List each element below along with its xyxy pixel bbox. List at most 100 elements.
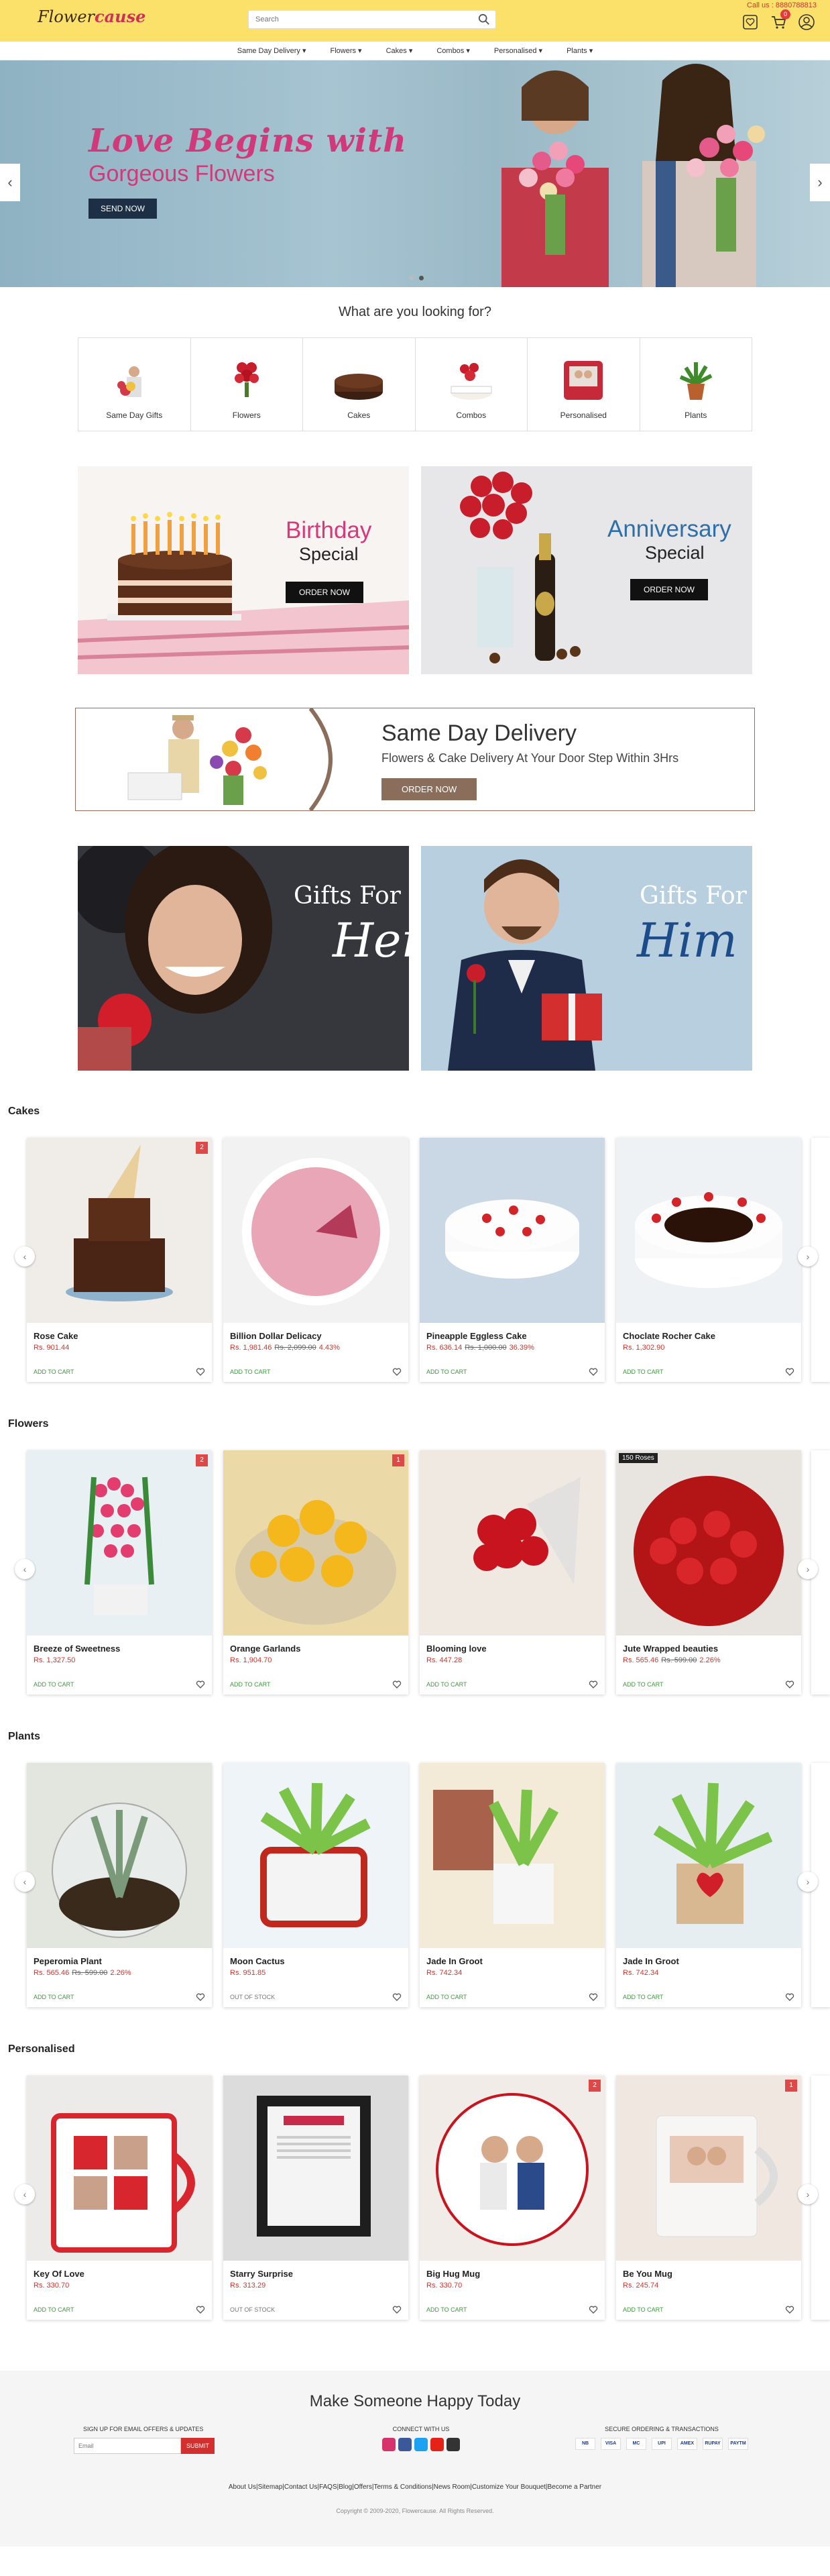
product-name[interactable]: Blooming love (426, 1644, 605, 1654)
product-image[interactable]: 2 (420, 2076, 605, 2261)
site-logo[interactable]: Flowercause (38, 7, 145, 26)
wishlist-heart-icon[interactable] (392, 1680, 402, 1689)
twitter-icon[interactable] (414, 2438, 428, 2451)
add-to-cart-button[interactable]: ADD TO CART (34, 2306, 74, 2313)
product-image[interactable] (223, 2076, 408, 2261)
product-card[interactable]: 1 Be You Mug Rs. 245.74 ADD TO CART (616, 2076, 801, 2320)
product-name[interactable]: Peperomia Plant (34, 1956, 212, 1966)
product-image[interactable] (223, 1138, 408, 1323)
add-to-cart-button[interactable]: ADD TO CART (426, 2306, 467, 2313)
pinterest-icon[interactable] (447, 2438, 460, 2451)
nav-same-day-delivery[interactable]: Same Day Delivery ▾ (237, 46, 306, 55)
nav-plants[interactable]: Plants ▾ (567, 46, 593, 55)
wishlist-icon[interactable] (742, 13, 759, 31)
carousel-next-icon[interactable]: › (798, 1872, 818, 1892)
wishlist-heart-icon[interactable] (196, 1992, 205, 2002)
product-card[interactable]: Jade In Groot Rs. 742.34 ADD TO CART (616, 1763, 801, 2007)
wishlist-heart-icon[interactable] (589, 2305, 598, 2314)
carousel-dot[interactable] (409, 276, 414, 280)
product-card[interactable]: Billion Dollar Delicacy Rs. 1,981.46 Rs. … (223, 1138, 408, 1382)
carousel-next-icon[interactable]: › (798, 1559, 818, 1579)
wishlist-heart-icon[interactable] (196, 1367, 205, 1377)
gifts-for-her-banner[interactable]: Gifts For Her (78, 846, 409, 1071)
product-card[interactable]: Choclate Rocher Cake Rs. 1,302.90 ADD TO… (616, 1138, 801, 1382)
hero-banner[interactable]: Love Begins with Gorgeous Flowers SEND N… (0, 60, 830, 287)
product-image[interactable] (27, 1763, 212, 1948)
call-us-text[interactable]: Call us : 8880788813 (747, 1, 817, 9)
wishlist-heart-icon[interactable] (589, 1367, 598, 1377)
hero-next-arrow-icon[interactable]: › (810, 164, 830, 201)
product-image[interactable]: 2 (27, 1450, 212, 1635)
wishlist-heart-icon[interactable] (785, 2305, 794, 2314)
product-name[interactable]: Choclate Rocher Cake (623, 1331, 801, 1341)
product-name[interactable]: Key Of Love (34, 2269, 212, 2279)
product-card[interactable]: 2 Big Hug Mug Rs. 330.70 ADD TO CART (420, 2076, 605, 2320)
carousel-next-icon[interactable]: › (798, 2184, 818, 2204)
product-image[interactable]: 2 (27, 1138, 212, 1323)
product-name[interactable]: Starry Surprise (230, 2269, 408, 2279)
category-plants[interactable]: Plants (640, 338, 752, 431)
anniversary-special-banner[interactable]: Anniversary Special ORDER NOW (421, 466, 752, 674)
gifts-for-him-banner[interactable]: Gifts For Him (421, 846, 752, 1071)
add-to-cart-button[interactable]: ADD TO CART (230, 1368, 271, 1375)
product-name[interactable]: Moon Cactus (230, 1956, 408, 1966)
product-card[interactable]: Pineapple Eggless Cake Rs. 636.14 Rs. 1,0… (420, 1138, 605, 1382)
email-input[interactable] (74, 2438, 181, 2454)
product-name[interactable]: Big Hug Mug (426, 2269, 605, 2279)
product-image[interactable] (420, 1763, 605, 1948)
add-to-cart-button[interactable]: ADD TO CART (426, 1368, 467, 1375)
user-icon[interactable] (798, 13, 815, 31)
hero-prev-arrow-icon[interactable]: ‹ (0, 164, 20, 201)
category-same-day-gifts[interactable]: Same Day Gifts (78, 338, 191, 431)
add-to-cart-button[interactable]: ADD TO CART (34, 1994, 74, 2000)
product-card[interactable]: Starry Surprise Rs. 313.29 OUT OF STOCK (223, 2076, 408, 2320)
wishlist-heart-icon[interactable] (196, 1680, 205, 1689)
search-input[interactable] (249, 11, 463, 28)
carousel-prev-icon[interactable]: ‹ (15, 2184, 35, 2204)
add-to-cart-button[interactable]: ADD TO CART (623, 2306, 664, 2313)
nav-personalised[interactable]: Personalised ▾ (494, 46, 542, 55)
product-name[interactable]: Jade In Groot (426, 1956, 605, 1966)
carousel-dot-active[interactable] (419, 276, 424, 280)
add-to-cart-button[interactable]: ADD TO CART (623, 1994, 664, 2000)
add-to-cart-button[interactable]: ADD TO CART (426, 1994, 467, 2000)
wishlist-heart-icon[interactable] (785, 1680, 794, 1689)
product-card[interactable]: 2 Breeze of Sweetness Rs. 1,327.50 ADD T… (27, 1450, 212, 1695)
category-combos[interactable]: Combos (416, 338, 528, 431)
add-to-cart-button[interactable]: ADD TO CART (426, 1681, 467, 1688)
youtube-icon[interactable] (430, 2438, 444, 2451)
category-personalised[interactable]: Personalised (528, 338, 640, 431)
product-card[interactable]: Blooming love Rs. 447.28 ADD TO CART (420, 1450, 605, 1695)
product-card[interactable]: 150 Roses Jute Wrapped beauties Rs. 565.… (616, 1450, 801, 1695)
product-image[interactable] (223, 1763, 408, 1948)
product-name[interactable]: Breeze of Sweetness (34, 1644, 212, 1654)
category-cakes[interactable]: Cakes (303, 338, 416, 431)
product-image[interactable] (420, 1138, 605, 1323)
product-card[interactable]: Jade In Groot Rs. 742.34 ADD TO CART (420, 1763, 605, 2007)
wishlist-heart-icon[interactable] (785, 1992, 794, 2002)
nav-flowers[interactable]: Flowers ▾ (330, 46, 361, 55)
product-image[interactable] (27, 2076, 212, 2261)
wishlist-heart-icon[interactable] (785, 1367, 794, 1377)
product-card[interactable]: 2 Rose Cake Rs. 901.44 ADD TO CART (27, 1138, 212, 1382)
product-card[interactable]: Peperomia Plant Rs. 565.46 Rs. 599.00 2.26… (27, 1763, 212, 2007)
product-name[interactable]: Be You Mug (623, 2269, 801, 2279)
product-name[interactable]: Orange Garlands (230, 1644, 408, 1654)
cart-button[interactable]: 0 (770, 9, 790, 31)
product-image[interactable]: 1 (223, 1450, 408, 1635)
carousel-prev-icon[interactable]: ‹ (15, 1559, 35, 1579)
product-card[interactable]: 1 Orange Garlands Rs. 1,904.70 ADD TO CA… (223, 1450, 408, 1695)
wishlist-heart-icon[interactable] (589, 1992, 598, 2002)
add-to-cart-button[interactable]: ADD TO CART (230, 1681, 271, 1688)
birthday-special-banner[interactable]: Birthday Special ORDER NOW (78, 466, 409, 674)
product-image[interactable]: 150 Roses (616, 1450, 801, 1635)
carousel-next-icon[interactable]: › (798, 1246, 818, 1267)
carousel-prev-icon[interactable]: ‹ (15, 1246, 35, 1267)
birthday-order-now-button[interactable]: ORDER NOW (286, 582, 363, 603)
add-to-cart-button[interactable]: ADD TO CART (34, 1681, 74, 1688)
product-name[interactable]: Rose Cake (34, 1331, 212, 1341)
wishlist-heart-icon[interactable] (392, 2305, 402, 2314)
wishlist-heart-icon[interactable] (196, 2305, 205, 2314)
same-day-order-now-button[interactable]: ORDER NOW (381, 778, 477, 800)
wishlist-heart-icon[interactable] (392, 1367, 402, 1377)
